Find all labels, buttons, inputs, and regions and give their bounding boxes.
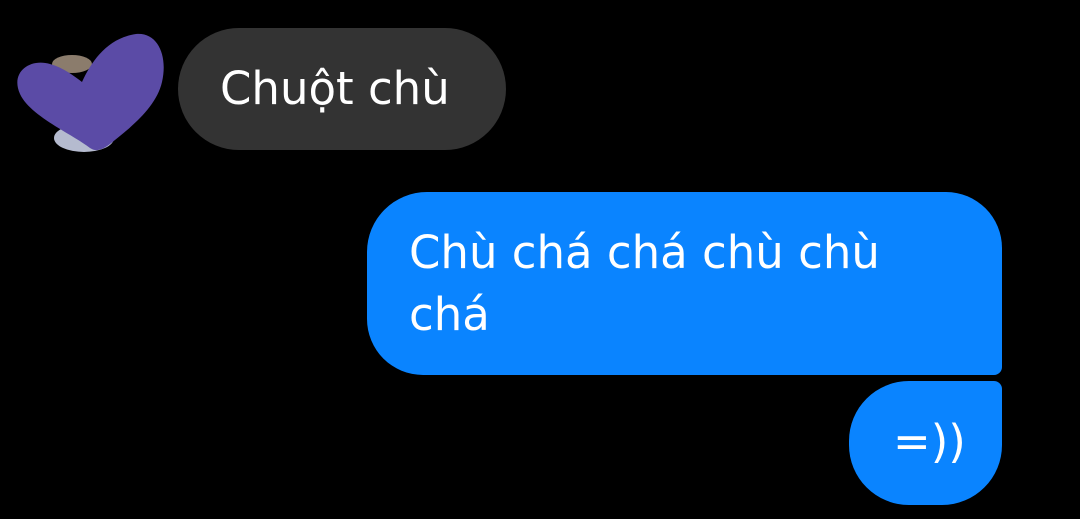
contact-avatar[interactable] <box>12 30 167 155</box>
heart-icon <box>17 33 164 152</box>
outgoing-message-bubble[interactable]: =)) <box>849 381 1002 505</box>
outgoing-message-bubble[interactable]: Chù chá chá chù chù chá <box>367 192 1002 375</box>
chat-thread: Chuột chù Chù chá chá chù chù chá =)) <box>0 0 1080 519</box>
incoming-message-bubble[interactable]: Chuột chù <box>178 28 506 150</box>
